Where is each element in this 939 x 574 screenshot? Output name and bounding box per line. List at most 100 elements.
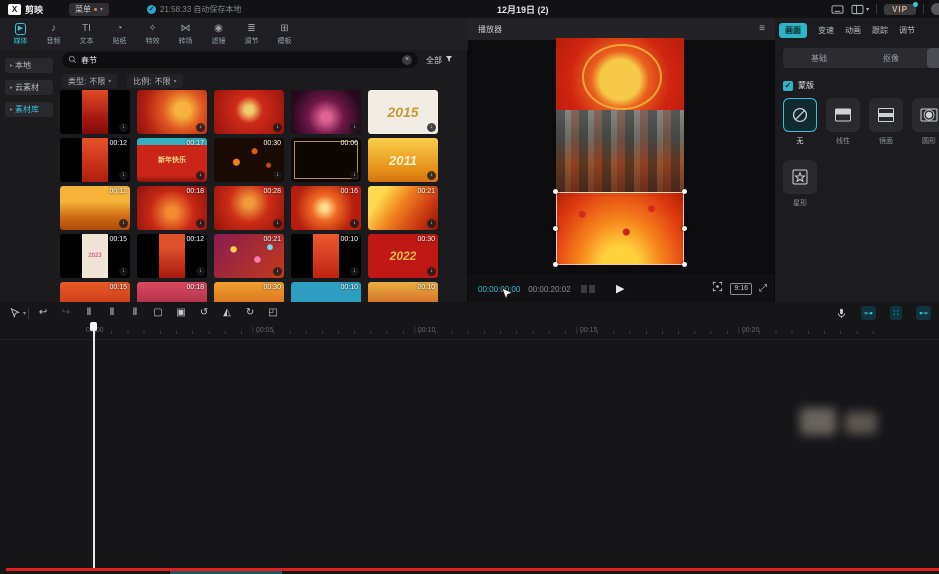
redo-button[interactable]: ↪ <box>60 306 72 320</box>
segment-抠像[interactable]: 抠像 <box>855 48 927 68</box>
media-thumbnail[interactable]: 00:12↓ <box>60 186 130 230</box>
media-thumbnail[interactable]: 202300:15↓ <box>60 234 130 278</box>
sidebar-item-素材库[interactable]: ▸素材库 <box>5 102 53 117</box>
media-thumbnail[interactable]: 00:30↓ <box>214 138 284 182</box>
media-thumbnail[interactable]: 00:10 <box>368 282 438 302</box>
selection-handle[interactable] <box>553 189 558 194</box>
tab-跟踪[interactable]: 跟踪 <box>872 25 888 36</box>
media-thumbnail[interactable]: 2011↓ <box>368 138 438 182</box>
sidebar-item-云素材[interactable]: ▸云素材 <box>5 80 53 95</box>
download-icon[interactable]: ↓ <box>427 171 436 180</box>
ribbon-tab-贴纸[interactable]: ◔贴纸 <box>103 23 136 46</box>
mask-enabled-checkbox[interactable]: ✓ <box>783 81 793 91</box>
selection-handle[interactable] <box>553 262 558 267</box>
split-button[interactable]: Ⅱ <box>83 306 95 320</box>
media-thumbnail[interactable]: 00:06↓ <box>291 138 361 182</box>
ribbon-tab-模板[interactable]: ⊞模板 <box>268 23 301 46</box>
rotate-button[interactable]: ↻ <box>244 306 256 320</box>
media-thumbnail[interactable]: 00:28↓ <box>214 186 284 230</box>
player-menu-icon[interactable]: ≡ <box>759 24 765 34</box>
download-icon[interactable]: ↓ <box>427 219 436 228</box>
crop-button[interactable]: ◰ <box>267 306 279 320</box>
avatar[interactable] <box>931 3 939 15</box>
download-icon[interactable]: ↓ <box>273 123 282 132</box>
media-thumbnail[interactable]: 00:18 <box>137 282 207 302</box>
media-thumbnail[interactable]: 00:12↓ <box>60 138 130 182</box>
chevron-down-icon[interactable]: ▾ <box>23 310 26 317</box>
media-thumbnail[interactable]: ↓ <box>214 90 284 134</box>
download-icon[interactable]: ↓ <box>119 267 128 276</box>
media-thumbnail[interactable]: 00:15 <box>60 282 130 302</box>
delete-button[interactable]: ▢ <box>152 306 164 320</box>
vip-badge[interactable]: VIP <box>884 4 916 15</box>
ribbon-tab-特效[interactable]: ✧特效 <box>136 23 169 46</box>
tab-动画[interactable]: 动画 <box>845 25 861 36</box>
media-thumbnail[interactable]: 202200:30↓ <box>368 234 438 278</box>
download-icon[interactable]: ↓ <box>119 219 128 228</box>
media-thumbnail[interactable]: ↓ <box>60 90 130 134</box>
search-input[interactable]: 春节 × <box>62 52 418 68</box>
layout-switch-icon[interactable]: ▾ <box>851 4 869 15</box>
selection-handle[interactable] <box>682 262 687 267</box>
preview-section-fire[interactable] <box>556 192 684 265</box>
undo-button[interactable]: ↩ <box>37 306 49 320</box>
selection-handle[interactable] <box>682 189 687 194</box>
media-thumbnail[interactable]: 00:21↓ <box>368 186 438 230</box>
shortcut-keyboard-icon[interactable] <box>831 4 844 15</box>
delete-left-button[interactable]: Ⅱ <box>106 306 118 320</box>
delete-right-button[interactable]: Ⅱ <box>129 306 141 320</box>
play-button[interactable]: ▶ <box>616 282 624 295</box>
filter-dropdown[interactable]: 类型:不限▾ <box>62 74 117 88</box>
aspect-ratio-badge[interactable]: 9:16 <box>730 283 752 295</box>
freeze-frame-button[interactable]: ▣ <box>175 306 187 320</box>
fullscreen-icon[interactable]: ⤢ <box>759 283 767 295</box>
playhead-handle[interactable] <box>90 322 97 331</box>
playhead-line[interactable] <box>93 324 95 568</box>
mirror-button[interactable]: ◭ <box>221 306 233 320</box>
download-icon[interactable]: ↓ <box>119 123 128 132</box>
tab-调节[interactable]: 调节 <box>899 25 915 36</box>
ribbon-tab-音频[interactable]: ♪音频 <box>37 23 70 46</box>
ribbon-tab-滤镜[interactable]: ◉滤镜 <box>202 23 235 46</box>
ribbon-tab-媒体[interactable]: ▶媒体 <box>4 23 37 46</box>
media-thumbnail[interactable]: 2015↓ <box>368 90 438 134</box>
tab-画面[interactable]: 画面 <box>779 23 807 38</box>
download-icon[interactable]: ↓ <box>196 123 205 132</box>
timeline-ruler[interactable]: 00:00|00:05|00:10|00:15|00:20 <box>0 324 939 340</box>
download-icon[interactable]: ↓ <box>350 267 359 276</box>
mask-option-圆形[interactable]: 圆形 <box>912 98 939 146</box>
mask-option-星形[interactable]: 星形 <box>783 160 817 208</box>
download-icon[interactable]: ↓ <box>427 123 436 132</box>
media-thumbnail[interactable]: 00:12↓ <box>137 234 207 278</box>
download-icon[interactable]: ↓ <box>350 219 359 228</box>
download-icon[interactable]: ↓ <box>273 219 282 228</box>
media-thumbnail[interactable]: ↓ <box>291 90 361 134</box>
snap-toggle[interactable]: ⊶ <box>861 306 876 320</box>
media-thumbnail[interactable]: 00:10 <box>291 282 361 302</box>
media-thumbnail[interactable]: 00:21↓ <box>214 234 284 278</box>
select-tool[interactable] <box>8 308 20 319</box>
download-icon[interactable]: ↓ <box>427 267 436 276</box>
preview-stage[interactable] <box>468 40 775 274</box>
clear-search-icon[interactable]: × <box>402 55 412 65</box>
media-thumbnail[interactable]: 00:30 <box>214 282 284 302</box>
ribbon-tab-调节[interactable]: ≣调节 <box>235 23 268 46</box>
mask-option-无[interactable]: 无 <box>783 98 817 146</box>
media-thumbnail[interactable]: 00:10↓ <box>291 234 361 278</box>
download-icon[interactable]: ↓ <box>196 267 205 276</box>
download-icon[interactable]: ↓ <box>196 219 205 228</box>
video-preview[interactable] <box>556 38 684 265</box>
record-voiceover-button[interactable] <box>835 308 847 319</box>
mask-option-镜面[interactable]: 镜面 <box>869 98 903 146</box>
link-toggle[interactable]: ∷ <box>890 306 902 320</box>
menu-button[interactable]: 菜单 ▾ <box>69 3 109 16</box>
media-thumbnail[interactable]: 00:16↓ <box>291 186 361 230</box>
selection-handle[interactable] <box>682 226 687 231</box>
segment-基础[interactable]: 基础 <box>783 48 855 68</box>
download-icon[interactable]: ↓ <box>350 171 359 180</box>
ribbon-tab-转场[interactable]: ⋈转场 <box>169 23 202 46</box>
ribbon-tab-文本[interactable]: TI文本 <box>70 23 103 46</box>
media-thumbnail[interactable]: 新年快乐00:17↓ <box>137 138 207 182</box>
segment-蒙版[interactable]: 蒙版 <box>927 48 939 68</box>
search-scope-button[interactable]: 全部 <box>426 55 453 66</box>
